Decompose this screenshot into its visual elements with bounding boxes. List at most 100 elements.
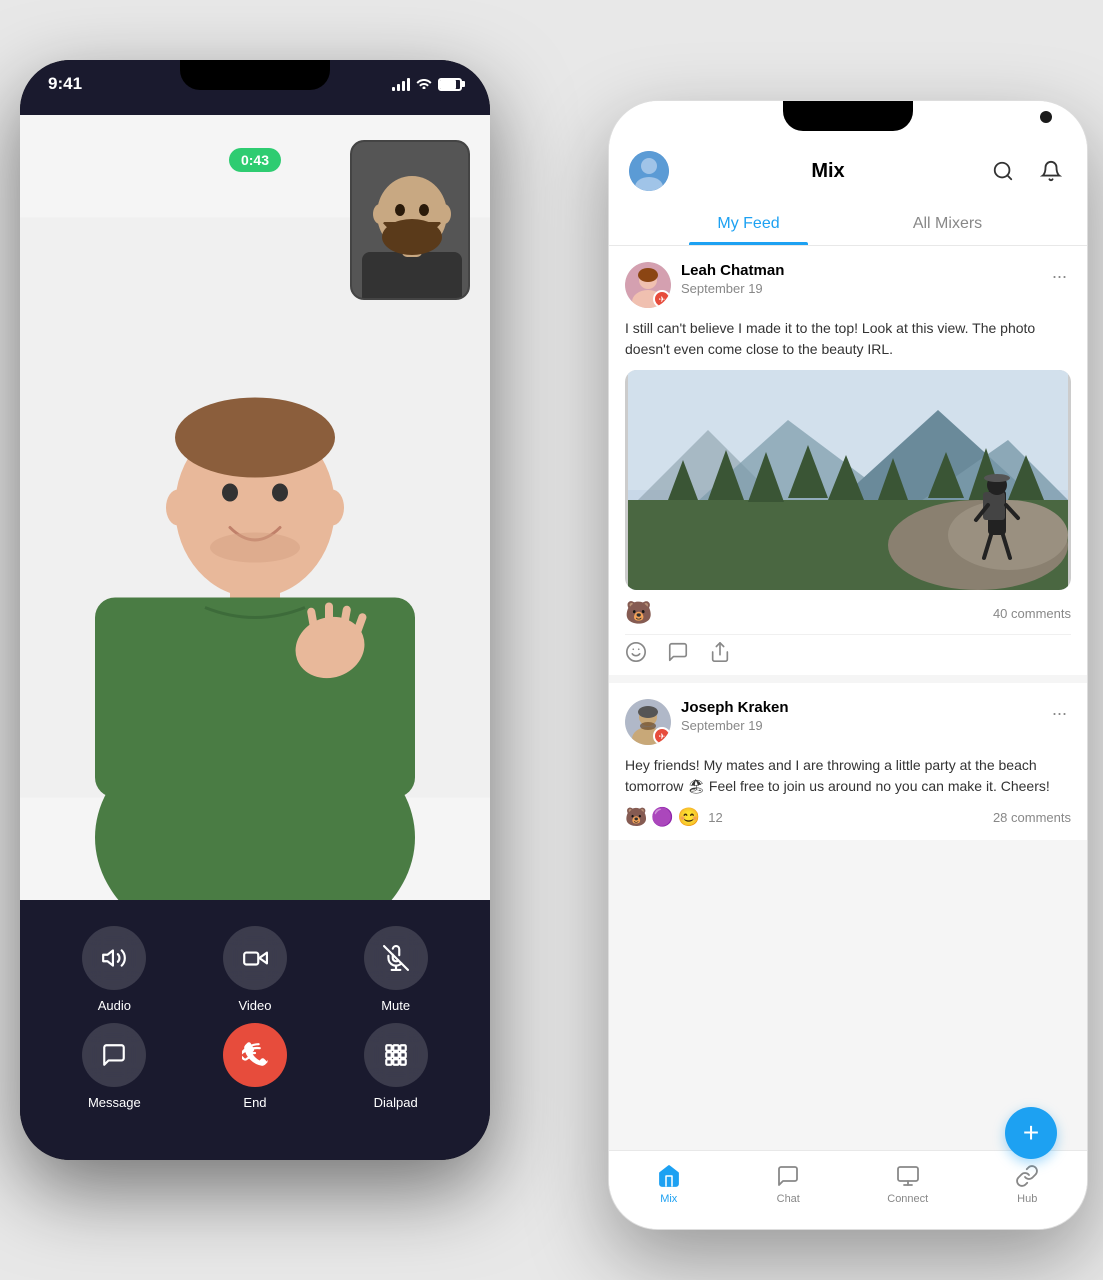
- chat-bubble-icon: [776, 1164, 800, 1188]
- mix-icon: [656, 1163, 682, 1189]
- controls-row-2: Message End: [44, 1023, 466, 1110]
- reactions-count: 12: [708, 810, 722, 825]
- post-1-more-button[interactable]: ...: [1048, 262, 1071, 283]
- camera-dot: [1040, 111, 1052, 123]
- emoji-3: 😊: [678, 807, 700, 828]
- post-2-date: September 19: [681, 718, 789, 733]
- audio-button[interactable]: Audio: [82, 926, 146, 1013]
- notifications-button[interactable]: [1035, 155, 1067, 187]
- post-card-1: ✈ Leah Chatman September 19 ... I still …: [609, 246, 1087, 675]
- post-1-avatar: ✈: [625, 262, 671, 308]
- tab-my-feed[interactable]: My Feed: [649, 203, 848, 245]
- post-2-more-button[interactable]: ...: [1048, 699, 1071, 720]
- tab-all-mixers[interactable]: All Mixers: [848, 203, 1047, 245]
- hub-icon: [1014, 1163, 1040, 1189]
- left-phone: 9:41: [20, 60, 490, 1160]
- dialpad-circle: [364, 1023, 428, 1087]
- home-icon: [657, 1164, 681, 1188]
- connect-icon: [895, 1163, 921, 1189]
- post-2-comments-count: 28 comments: [993, 810, 1071, 825]
- grid-icon: [383, 1042, 409, 1068]
- chat-nav-icon: [775, 1163, 801, 1189]
- post-1-author-info: ✈ Leah Chatman September 19: [625, 262, 784, 308]
- status-time: 9:41: [48, 74, 82, 94]
- audio-circle: [82, 926, 146, 990]
- post-1-author-text: Leah Chatman September 19: [681, 262, 784, 296]
- right-phone: Mix: [608, 100, 1088, 1230]
- comment-icon: [667, 641, 689, 663]
- post-card-2: ✈ Joseph Kraken September 19 ... Hey fri…: [609, 683, 1087, 840]
- status-icons: [392, 76, 462, 92]
- like-button[interactable]: [625, 641, 647, 663]
- video-icon: [242, 945, 268, 971]
- post-1-header: ✈ Leah Chatman September 19 ...: [625, 262, 1071, 308]
- post-1-date: September 19: [681, 281, 784, 296]
- call-timer: 0:43: [229, 148, 281, 172]
- fab-button[interactable]: +: [1005, 1107, 1057, 1159]
- search-button[interactable]: [987, 155, 1019, 187]
- end-label: End: [243, 1095, 266, 1110]
- post-1-comments-count: 40 comments: [993, 606, 1071, 621]
- app-title: Mix: [811, 160, 844, 183]
- video-label: Video: [238, 998, 271, 1013]
- app-header-top: Mix: [629, 151, 1067, 191]
- monitor-icon: [896, 1164, 920, 1188]
- nav-connect-label: Connect: [887, 1193, 928, 1205]
- user-avatar[interactable]: [629, 151, 669, 191]
- nav-chat-label: Chat: [777, 1193, 800, 1205]
- emoji-2: 🟣: [651, 807, 673, 828]
- smile-icon: [625, 641, 647, 663]
- mute-label: Mute: [381, 998, 410, 1013]
- video-circle: [223, 926, 287, 990]
- mute-button[interactable]: Mute: [364, 926, 428, 1013]
- post-2-author-name: Joseph Kraken: [681, 699, 789, 716]
- nav-hub-label: Hub: [1017, 1193, 1037, 1205]
- nav-mix-label: Mix: [660, 1193, 677, 1205]
- volume-icon: [101, 945, 127, 971]
- controls-row-1: Audio Video: [44, 926, 466, 1013]
- call-controls: Audio Video: [20, 926, 490, 1120]
- nav-hub[interactable]: Hub: [968, 1159, 1088, 1209]
- post-2-header: ✈ Joseph Kraken September 19 ...: [625, 699, 1071, 745]
- post-2-author-info: ✈ Joseph Kraken September 19: [625, 699, 789, 745]
- end-call-button[interactable]: End: [223, 1023, 287, 1110]
- post-1-badge: ✈: [653, 290, 671, 308]
- end-phone-icon: [242, 1042, 268, 1068]
- emoji-row: 🐻 🟣 😊 12: [625, 807, 723, 828]
- video-area: 0:43 Audio: [20, 60, 490, 1160]
- feed-content: ✈ Leah Chatman September 19 ... I still …: [609, 246, 1087, 1150]
- emoji-1: 🐻: [625, 807, 647, 828]
- mute-circle: [364, 926, 428, 990]
- post-2-author-text: Joseph Kraken September 19: [681, 699, 789, 733]
- post-2-avatar: ✈: [625, 699, 671, 745]
- audio-label: Audio: [98, 998, 131, 1013]
- right-phone-notch: [783, 101, 913, 131]
- nav-chat[interactable]: Chat: [729, 1159, 849, 1209]
- signal-icon: [392, 78, 410, 91]
- post-2-badge: ✈: [653, 727, 671, 745]
- post-1-reactions: 🐻 40 comments: [625, 600, 1071, 626]
- share-button[interactable]: [709, 641, 731, 663]
- message-label: Message: [88, 1095, 141, 1110]
- post-1-text: I still can't believe I made it to the t…: [625, 318, 1071, 360]
- message-button[interactable]: Message: [82, 1023, 146, 1110]
- chat-icon: [101, 1042, 127, 1068]
- post-2-text: Hey friends! My mates and I are throwing…: [625, 755, 1071, 797]
- wifi-icon: [416, 76, 432, 92]
- post-1-image: [625, 370, 1071, 590]
- comment-button[interactable]: [667, 641, 689, 663]
- link-icon: [1015, 1164, 1039, 1188]
- video-button[interactable]: Video: [223, 926, 287, 1013]
- post-1-actions: [625, 634, 1071, 663]
- post-1-emoji: 🐻: [625, 600, 652, 626]
- bottom-nav: Mix Chat: [609, 1150, 1087, 1229]
- app-tabs: My Feed All Mixers: [629, 203, 1067, 245]
- header-actions: [987, 155, 1067, 187]
- pip-video: [350, 140, 470, 300]
- dialpad-label: Dialpad: [374, 1095, 418, 1110]
- share-icon: [709, 641, 731, 663]
- nav-mix[interactable]: Mix: [609, 1159, 729, 1209]
- status-bar-left: 9:41: [20, 74, 490, 94]
- nav-connect[interactable]: Connect: [848, 1159, 968, 1209]
- dialpad-button[interactable]: Dialpad: [364, 1023, 428, 1110]
